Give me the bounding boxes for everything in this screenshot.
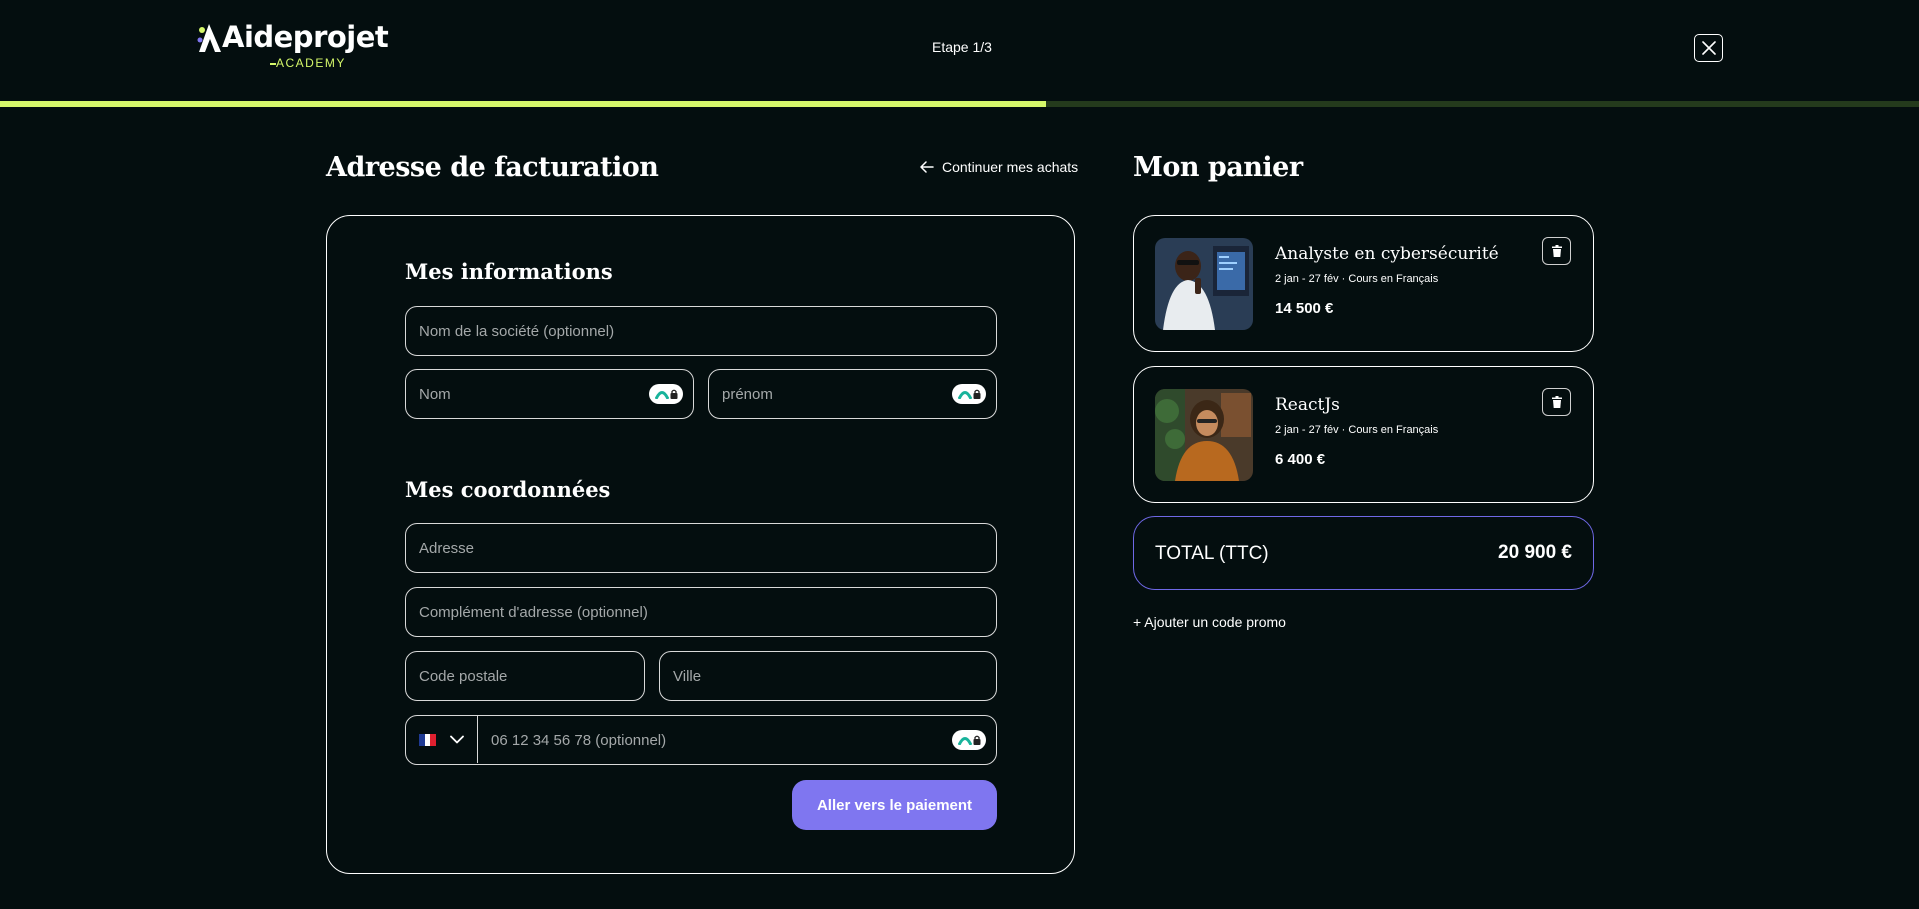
cart-item-price: 6 400 € [1275,451,1326,468]
logo-text: Aideprojet [222,20,389,54]
close-icon [1701,41,1716,55]
cart-item-subtitle: 2 jan - 27 fév · Cours en Français [1275,273,1439,285]
address2-field[interactable] [405,587,997,637]
section-title-info: Mes informations [405,259,613,284]
autofill-icon [654,391,669,399]
cart-title: Mon panier [1133,152,1303,183]
lock-icon [670,389,677,399]
course-thumbnail-image [1155,238,1253,330]
cart-item-title: ReactJs [1275,395,1340,415]
billing-form: Mes informations Mes coordonnées [326,215,1075,874]
phone-field[interactable] [405,715,997,765]
company-input[interactable] [419,322,996,340]
flag-france-icon [419,733,437,746]
last-name-field[interactable] [405,369,694,419]
continue-shopping-link[interactable]: Continuer mes achats [920,159,1078,175]
add-promo-code-link[interactable]: + Ajouter un code promo [1133,614,1286,630]
progress-bar [0,101,1919,107]
city-input[interactable] [673,667,996,685]
billing-title: Adresse de facturation [326,152,659,183]
trash-icon [1551,396,1562,408]
lock-icon [973,735,980,745]
company-field[interactable] [405,306,997,356]
section-title-contact: Mes coordonnées [405,477,611,502]
address-field[interactable] [405,523,997,573]
header: Aideprojet ACADEMY Etape 1/3 [0,0,1919,101]
lock-icon [973,389,980,399]
city-field[interactable] [659,651,997,701]
phone-input[interactable] [491,731,996,749]
progress-fill [0,101,1046,107]
cart-total: TOTAL (TTC) 20 900 € [1133,516,1594,590]
cart-item: Analyste en cybersécurité 2 jan - 27 fév… [1133,215,1594,352]
close-button[interactable] [1694,34,1723,62]
continue-shopping-label: Continuer mes achats [942,159,1079,175]
autofill-icon [957,391,972,399]
course-thumbnail-image [1155,389,1253,481]
arrow-left-icon [920,161,934,173]
aideprojet-logo[interactable]: Aideprojet ACADEMY [196,20,389,72]
address2-input[interactable] [419,603,996,621]
logo-subtitle: ACADEMY [276,56,346,70]
cart-item-title: Analyste en cybersécurité [1275,244,1499,264]
go-to-payment-button[interactable]: Aller vers le paiement [792,780,997,830]
first-name-field[interactable] [708,369,997,419]
total-value: 20 900 € [1498,542,1572,563]
cart-item-subtitle: 2 jan - 27 fév · Cours en Français [1275,424,1439,436]
trash-icon [1551,245,1562,257]
autofill-lock-badge[interactable] [952,730,986,750]
autofill-lock-badge[interactable] [952,384,986,404]
cart-item-price: 14 500 € [1275,300,1334,317]
country-code-select[interactable] [406,716,478,763]
remove-item-button[interactable] [1542,388,1571,416]
cart-item: ReactJs 2 jan - 27 fév · Cours en França… [1133,366,1594,503]
postal-code-field[interactable] [405,651,645,701]
chevron-down-icon [450,735,464,744]
postal-code-input[interactable] [419,667,644,685]
address-input[interactable] [419,539,996,557]
step-indicator: Etape 1/3 [932,39,992,55]
remove-item-button[interactable] [1542,237,1571,265]
autofill-lock-badge[interactable] [649,384,683,404]
autofill-icon [957,737,972,745]
total-label: TOTAL (TTC) [1155,543,1269,564]
